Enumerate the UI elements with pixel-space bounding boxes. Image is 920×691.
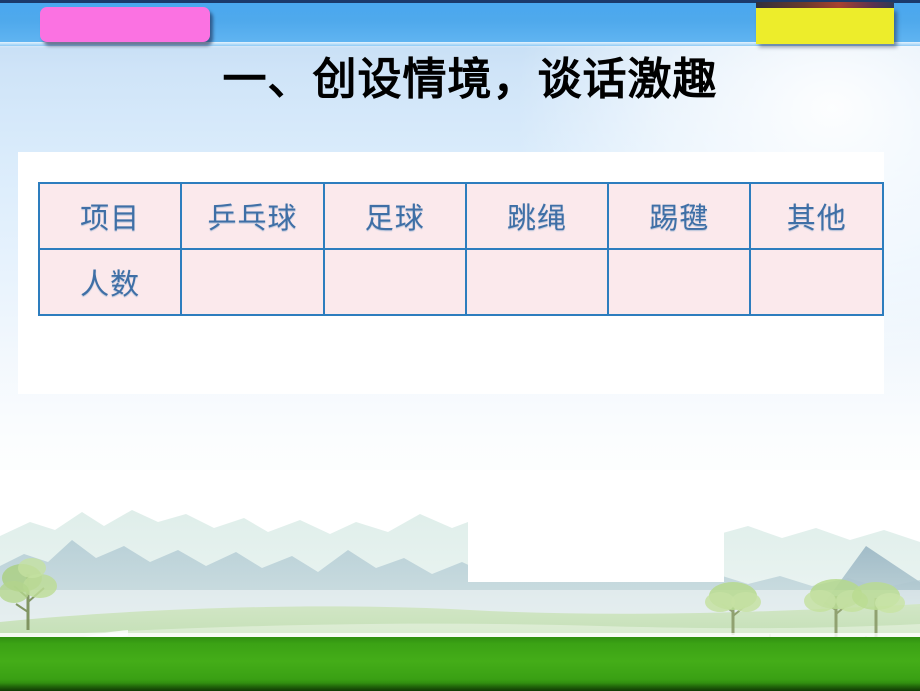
table-cell-row0-col5[interactable]: 其他 — [749, 182, 884, 250]
table-row: 项目 乒乓球 足球 跳绳 踢毽 其他 — [37, 182, 884, 250]
table-row: 人数 — [37, 248, 884, 316]
table-card: 项目 乒乓球 足球 跳绳 踢毽 其他 人数 — [18, 152, 884, 394]
pink-banner-block — [40, 7, 210, 42]
table-cell-row0-col4[interactable]: 踢毽 — [607, 182, 752, 250]
table-cell-row0-col2[interactable]: 足球 — [322, 182, 467, 250]
table-cell-row1-col4[interactable] — [607, 248, 752, 316]
table-cell-row0-col0[interactable]: 项目 — [37, 182, 183, 250]
yellow-banner-block — [756, 8, 894, 44]
table-cell-row1-col3[interactable] — [464, 248, 610, 316]
table-cell-row0-col3[interactable]: 跳绳 — [464, 182, 610, 250]
table-cell-row1-col2[interactable] — [322, 248, 467, 316]
table-cell-row0-col1[interactable]: 乒乓球 — [180, 182, 325, 250]
page-title: 一、创设情境，谈话激趣 — [222, 54, 718, 105]
table-cell-row1-col5[interactable] — [749, 248, 884, 316]
table-cell-row1-col1[interactable] — [180, 248, 325, 316]
survey-table-body: 项目 乒乓球 足球 跳绳 踢毽 其他 人数 — [37, 182, 884, 316]
white-overlay-box — [468, 510, 724, 582]
grass-strip — [0, 637, 920, 691]
table-cell-row1-col0[interactable]: 人数 — [37, 248, 183, 316]
slide-canvas: 一、创设情境，谈话激趣 项目 乒乓球 足球 跳绳 踢毽 其他 人数 — [0, 0, 920, 691]
survey-table: 项目 乒乓球 足球 跳绳 踢毽 其他 人数 — [37, 182, 884, 316]
